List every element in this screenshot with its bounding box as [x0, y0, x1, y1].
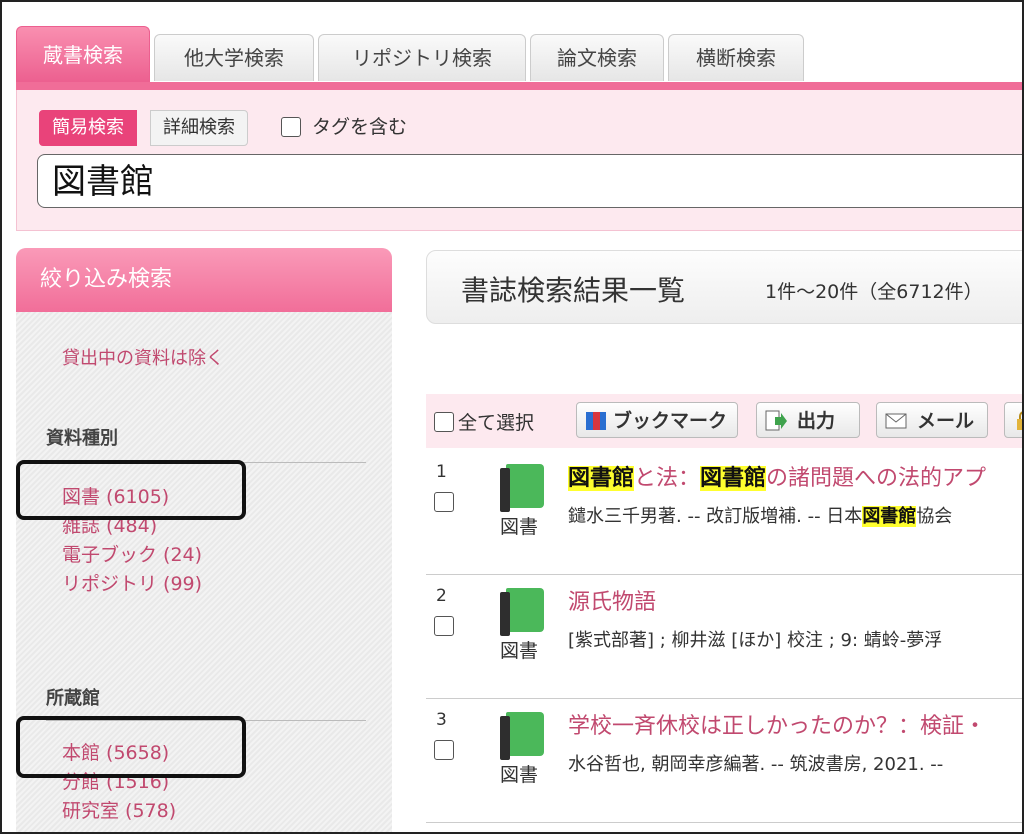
output-label: 出力 — [797, 410, 836, 432]
result-title-link[interactable]: 図書館と法：図書館の諸問題への法的アプ — [568, 460, 986, 492]
tab-library-search[interactable]: 蔵書検索 — [16, 26, 150, 83]
result-number: 2 — [436, 586, 447, 606]
export-icon — [765, 410, 787, 431]
result-metadata: 水谷哲也, 朝岡幸彦編著. -- 筑波書房, 2021. -- — [568, 754, 944, 775]
tab-other-university[interactable]: 他大学検索 — [154, 34, 314, 81]
result-title-link[interactable]: 源氏物語 — [568, 584, 656, 616]
result-metadata: [紫式部著] ; 柳井滋 [ほか] 校注 ; 9: 蜻蛉-夢浮 — [568, 630, 943, 651]
book-icon — [500, 464, 546, 512]
select-all-label: 全て選択 — [458, 412, 535, 434]
exclude-on-loan-link[interactable]: 貸出中の資料は除く — [62, 344, 224, 370]
callout-box-books — [16, 460, 246, 520]
include-tags-label: タグを含む — [312, 116, 408, 138]
result-row: 3 図書 学校一斉休校は正しかったのか？：検証・ 水谷哲也, 朝岡幸彦編著. -… — [426, 698, 1022, 823]
material-type-title: 資料種別 — [46, 428, 118, 449]
material-type-label: 図書 — [500, 640, 539, 662]
lock-icon — [1017, 411, 1022, 430]
refine-header: 絞り込み検索 — [16, 248, 392, 312]
location-title: 所蔵館 — [46, 688, 100, 709]
callout-box-main-library — [16, 716, 246, 778]
facet-ebooks[interactable]: 電子ブック (24) — [62, 540, 202, 567]
bookmark-label: ブックマーク — [613, 410, 728, 432]
result-number: 3 — [436, 710, 447, 730]
search-panel: 簡易検索 詳細検索 タグを含む 図書館 — [16, 90, 1022, 231]
tab-repository[interactable]: リポジトリ検索 — [318, 34, 526, 81]
result-title-link[interactable]: 学校一斉休校は正しかったのか？：検証・ — [568, 708, 986, 740]
facet-lab[interactable]: 研究室 (578) — [62, 796, 176, 823]
book-icon — [500, 588, 546, 636]
material-type-label: 図書 — [500, 516, 539, 538]
tab-underline — [16, 82, 1022, 90]
advanced-search-toggle[interactable]: 詳細検索 — [150, 110, 248, 146]
result-checkbox[interactable] — [434, 740, 454, 760]
bookmark-button[interactable]: ブックマーク — [576, 402, 738, 438]
result-row: 1 図書 図書館と法：図書館の諸問題への法的アプ 鑓水三千男著. -- 改訂版増… — [426, 450, 1022, 575]
result-row: 2 図書 源氏物語 [紫式部著] ; 柳井滋 [ほか] 校注 ; 9: 蜻蛉-夢… — [426, 574, 1022, 699]
result-checkbox[interactable] — [434, 616, 454, 636]
material-type-label: 図書 — [500, 764, 539, 786]
results-header: 書誌検索結果一覧 1件～20件（全6712件） — [426, 250, 1022, 324]
result-number: 1 — [436, 462, 447, 482]
mail-icon — [885, 413, 907, 429]
bookmark-icon — [586, 412, 606, 430]
mail-label: メール — [917, 410, 975, 432]
facet-repository[interactable]: リポジトリ (99) — [62, 569, 202, 596]
result-checkbox[interactable] — [434, 492, 454, 512]
results-title: 書誌検索結果一覧 — [461, 274, 686, 307]
mail-button[interactable]: メール — [876, 402, 988, 438]
tab-cross-search[interactable]: 横断検索 — [668, 34, 804, 81]
select-all-checkbox[interactable] — [434, 412, 454, 432]
book-icon — [500, 712, 546, 760]
include-tags-checkbox[interactable] — [281, 117, 301, 137]
screen: 蔵書検索 他大学検索 リポジトリ検索 論文検索 横断検索 簡易検索 詳細検索 タ… — [0, 0, 1024, 834]
simple-search-toggle[interactable]: 簡易検索 — [39, 110, 137, 146]
results-toolbar: 全て選択 ブックマーク 出力 メール — [426, 394, 1022, 448]
tab-papers[interactable]: 論文検索 — [530, 34, 664, 81]
search-input[interactable]: 図書館 — [37, 154, 1022, 208]
result-metadata: 鑓水三千男著. -- 改訂版増補. -- 日本図書館協会 — [568, 506, 953, 527]
more-tool-button[interactable] — [1004, 402, 1022, 438]
output-button[interactable]: 出力 — [756, 402, 860, 438]
results-count: 1件～20件（全6712件） — [765, 281, 983, 303]
